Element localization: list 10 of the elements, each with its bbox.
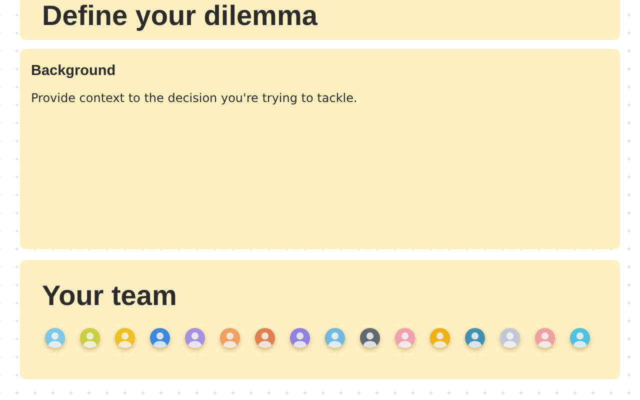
avatar-icon[interactable] (360, 328, 380, 348)
avatar-icon[interactable] (465, 328, 485, 348)
avatar-icon[interactable] (255, 328, 275, 348)
team-title: Your team (42, 280, 177, 312)
dilemma-title: Define your dilemma (42, 0, 318, 32)
avatar-icon[interactable] (185, 328, 205, 348)
avatar-icon[interactable] (290, 328, 310, 348)
background-heading: Background (31, 63, 116, 79)
avatar-icon[interactable] (150, 328, 170, 348)
background-prompt: Provide context to the decision you're trying to tackle. (31, 91, 358, 105)
